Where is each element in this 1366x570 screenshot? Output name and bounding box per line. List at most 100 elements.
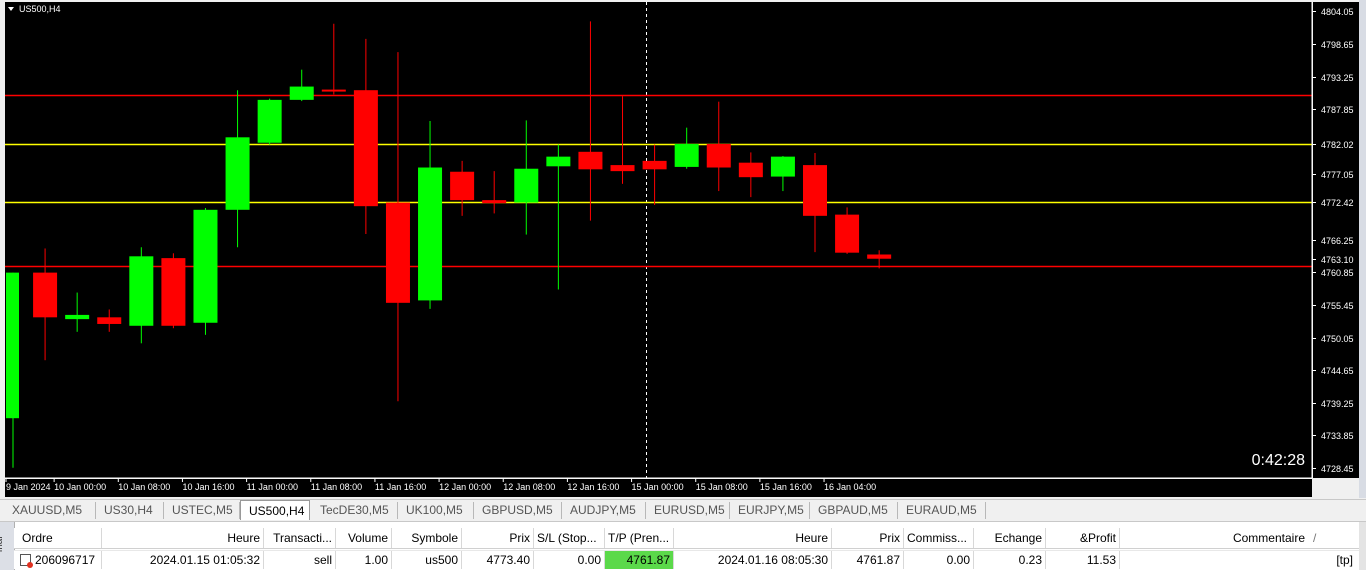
time-tick-label: 9 Jan 2024: [6, 482, 51, 492]
cell-symbole: us500: [392, 551, 462, 569]
cell-prix-close: 4761.87: [832, 551, 904, 569]
tab-ustec-m5[interactable]: USTEC,M5: [164, 502, 240, 519]
col-tp[interactable]: T/P (Pren...: [605, 528, 674, 548]
tab-audjpy-m5[interactable]: AUDJPY,M5: [562, 502, 646, 519]
price-tick-label: 4728.45: [1321, 464, 1354, 474]
price-tick-label: 4750.05: [1321, 334, 1354, 344]
col-volume[interactable]: Volume: [336, 528, 392, 548]
tab-eurjpy-m5[interactable]: EURJPY,M5: [730, 502, 810, 519]
cell-transaction: sell: [264, 551, 336, 569]
bullish-candle: [674, 143, 699, 167]
time-tick-label: 11 Jan 16:00: [375, 482, 426, 492]
time-tick-label: 15 Jan 16:00: [760, 482, 812, 492]
price-tick-label: 4766.25: [1321, 236, 1354, 246]
cell-heure: 2024.01.15 01:05:32: [102, 551, 264, 569]
chart-symbol-label: US500,H4: [19, 4, 61, 14]
terminal-panel: inal Ordre Heure Transacti... Volume Sym…: [0, 521, 1366, 570]
chart-window[interactable]: 4790.174782.024772.424761.87 4804.054798…: [0, 0, 1366, 498]
bullish-candle: [257, 99, 282, 143]
bearish-candle: [321, 89, 346, 92]
terminal-side-label[interactable]: inal: [0, 522, 15, 570]
bearish-candle: [642, 160, 667, 170]
bearish-candle: [450, 171, 475, 201]
cell-commission: 0.00: [904, 551, 974, 569]
bullish-candle: [225, 137, 250, 210]
col-echange[interactable]: Echange: [974, 528, 1046, 548]
time-tick-label: 10 Jan 16:00: [182, 482, 234, 492]
bearish-candle: [482, 200, 507, 204]
tab-gbpaud-m5[interactable]: GBPAUD,M5: [810, 502, 898, 519]
col-ordre[interactable]: Ordre: [14, 528, 102, 548]
col-transaction[interactable]: Transacti...: [264, 528, 336, 548]
cell-tp: 4761.87: [605, 551, 674, 569]
cell-heure-close: 2024.01.16 08:05:30: [674, 551, 832, 569]
bearish-candle: [835, 214, 860, 253]
bullish-candle: [418, 167, 443, 301]
tab-xauusd-m5[interactable]: XAUUSD,M5: [4, 502, 96, 519]
tab-eurusd-m5[interactable]: EURUSD,M5: [646, 502, 730, 519]
price-tick-label: 4772.42: [1321, 198, 1354, 208]
col-sl[interactable]: S/L (Stop...: [534, 528, 605, 548]
col-heure[interactable]: Heure: [102, 528, 264, 548]
bullish-candle: [6, 272, 19, 419]
bullish-candle: [770, 156, 795, 177]
price-tick-label: 4793.25: [1321, 73, 1354, 83]
col-heure-close[interactable]: Heure: [674, 528, 832, 548]
col-prix-close[interactable]: Prix: [832, 528, 904, 548]
col-symbole[interactable]: Symbole: [392, 528, 462, 548]
bullish-candle: [546, 156, 571, 167]
bearish-candle: [161, 258, 186, 326]
price-tick-label: 4744.65: [1321, 366, 1354, 376]
time-tick-label: 11 Jan 00:00: [247, 482, 298, 492]
history-table-header: Ordre Heure Transacti... Volume Symbole …: [14, 528, 1359, 549]
tab-gbpusd-m5[interactable]: GBPUSD,M5: [474, 502, 562, 519]
col-prix[interactable]: Prix: [462, 528, 534, 548]
bearish-candle: [610, 165, 635, 172]
price-tick-label: 4804.05: [1321, 7, 1354, 17]
price-tick-label: 4755.45: [1321, 301, 1354, 311]
price-tick-label: 4777.05: [1321, 170, 1354, 180]
price-tick-label: 4787.85: [1321, 105, 1354, 115]
time-tick-label: 12 Jan 00:00: [439, 482, 491, 492]
price-tick-label: 4739.25: [1321, 399, 1354, 409]
sort-indicator: /: [1313, 531, 1317, 545]
bearish-candle: [97, 317, 122, 324]
bearish-candle: [33, 272, 58, 318]
cell-echange: 0.23: [974, 551, 1046, 569]
price-tick-label: 4798.65: [1321, 40, 1354, 50]
time-tick-label: 12 Jan 08:00: [503, 482, 555, 492]
bearish-candle: [385, 202, 410, 303]
time-tick-label: 10 Jan 00:00: [54, 482, 106, 492]
chart-scroll-strip: [1359, 0, 1366, 498]
bullish-candle: [193, 209, 218, 323]
time-tick-label: 15 Jan 00:00: [632, 482, 684, 492]
tab-uk100-m5[interactable]: UK100,M5: [398, 502, 474, 519]
cell-prix: 4773.40: [462, 551, 534, 569]
col-commentaire[interactable]: Commentaire: [1120, 528, 1308, 548]
cell-ordre: 206096717: [14, 551, 102, 569]
time-tick-label: 15 Jan 08:00: [696, 482, 748, 492]
bearish-candle: [803, 165, 827, 216]
bullish-candle: [65, 314, 90, 320]
tab-us30-h4[interactable]: US30,H4: [96, 502, 164, 519]
tab-euraud-m5[interactable]: EURAUD,M5: [898, 502, 986, 519]
candle-timer: 0:42:28: [1252, 452, 1305, 469]
col-commission[interactable]: Commiss...: [904, 528, 974, 548]
price-chart[interactable]: 4790.174782.024772.424761.87 4804.054798…: [0, 0, 1366, 498]
terminal-scrollbar[interactable]: [1359, 522, 1366, 570]
time-tick-label: 12 Jan 16:00: [567, 482, 619, 492]
tab-tecde30-m5[interactable]: TecDE30,M5: [312, 502, 398, 519]
table-row[interactable]: 206096717 2024.01.15 01:05:32 sell 1.00 …: [14, 550, 1359, 569]
col-profit[interactable]: &Profit: [1046, 528, 1120, 548]
bullish-candle: [514, 168, 539, 203]
time-tick-label: 16 Jan 04:00: [824, 482, 876, 492]
time-tick-label: 11 Jan 08:00: [311, 482, 362, 492]
tab-us500-h4[interactable]: US500,H4: [240, 500, 310, 520]
bearish-candle: [353, 90, 378, 207]
bullish-candle: [129, 256, 154, 326]
price-tick-label: 4760.85: [1321, 268, 1354, 278]
cell-sl: 0.00: [534, 551, 605, 569]
closed-order-icon: [20, 554, 33, 568]
bearish-candle: [867, 254, 892, 259]
cell-commentaire: [tp]: [1336, 553, 1353, 567]
